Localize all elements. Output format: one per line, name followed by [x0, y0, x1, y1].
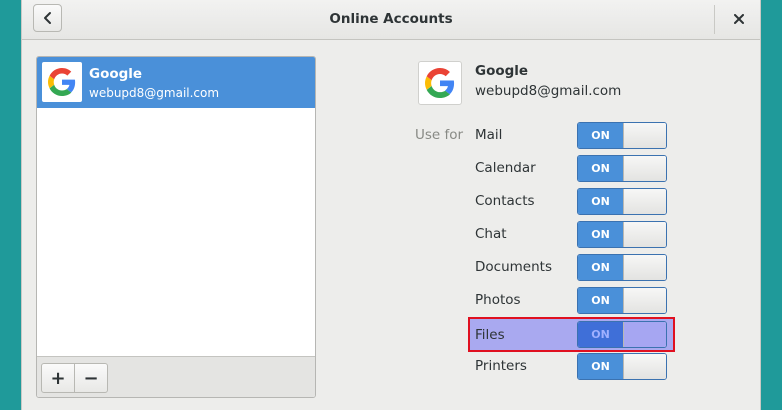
service-row-mail: Mail ON	[468, 119, 678, 152]
mail-toggle[interactable]: ON	[577, 122, 667, 149]
service-label: Contacts	[475, 193, 535, 209]
service-label: Files	[475, 327, 505, 343]
documents-toggle[interactable]: ON	[577, 254, 667, 281]
header-bar: Online Accounts	[22, 0, 760, 40]
toggle-knob	[623, 255, 666, 280]
service-row-documents: Documents ON	[468, 251, 678, 284]
service-label: Mail	[475, 127, 503, 143]
toggle-knob	[623, 156, 666, 181]
google-icon	[418, 61, 462, 105]
list-toolbar: + −	[37, 356, 315, 397]
service-label: Documents	[475, 259, 552, 275]
service-row-printers: Printers ON	[468, 350, 678, 383]
header-separator	[714, 5, 715, 34]
use-for-label: Use for	[415, 127, 464, 143]
toggle-knob	[623, 354, 666, 379]
toggle-state: ON	[578, 189, 623, 214]
contacts-toggle[interactable]: ON	[577, 188, 667, 215]
service-row-contacts: Contacts ON	[468, 185, 678, 218]
toggle-knob	[623, 288, 666, 313]
account-email: webupd8@gmail.com	[89, 86, 220, 100]
toggle-state: ON	[578, 222, 623, 247]
toggle-state: ON	[578, 123, 623, 148]
toggle-knob	[623, 123, 666, 148]
toggle-state: ON	[578, 322, 623, 347]
toggle-state: ON	[578, 354, 623, 379]
chat-toggle[interactable]: ON	[577, 221, 667, 248]
close-button[interactable]	[728, 8, 750, 30]
service-label: Chat	[475, 226, 507, 242]
service-label: Calendar	[475, 160, 536, 176]
toggle-knob	[623, 222, 666, 247]
service-row-photos: Photos ON	[468, 284, 678, 317]
detail-email: webupd8@gmail.com	[475, 83, 622, 99]
toggle-knob	[623, 322, 666, 347]
service-row-calendar: Calendar ON	[468, 152, 678, 185]
service-label: Photos	[475, 292, 521, 308]
window-title: Online Accounts	[329, 11, 453, 27]
toggle-state: ON	[578, 156, 623, 181]
service-row-files: Files ON	[468, 317, 675, 352]
toggle-state: ON	[578, 288, 623, 313]
toggle-state: ON	[578, 255, 623, 280]
accounts-list: Google webupd8@gmail.com + −	[36, 56, 316, 398]
toggle-knob	[623, 189, 666, 214]
close-icon	[734, 14, 744, 24]
printers-toggle[interactable]: ON	[577, 353, 667, 380]
calendar-toggle[interactable]: ON	[577, 155, 667, 182]
service-row-chat: Chat ON	[468, 218, 678, 251]
account-list-item-google[interactable]: Google webupd8@gmail.com	[37, 57, 315, 108]
google-icon	[42, 62, 82, 102]
detail-provider-name: Google	[475, 63, 529, 79]
account-provider-name: Google	[89, 66, 143, 82]
add-account-button[interactable]: +	[42, 364, 74, 392]
service-label: Printers	[475, 358, 527, 374]
photos-toggle[interactable]: ON	[577, 287, 667, 314]
online-accounts-window: Online Accounts Google webupd8@gmail.com	[21, 0, 761, 410]
remove-account-button[interactable]: −	[74, 364, 107, 392]
files-toggle[interactable]: ON	[577, 321, 667, 348]
add-remove-group: + −	[41, 363, 108, 393]
